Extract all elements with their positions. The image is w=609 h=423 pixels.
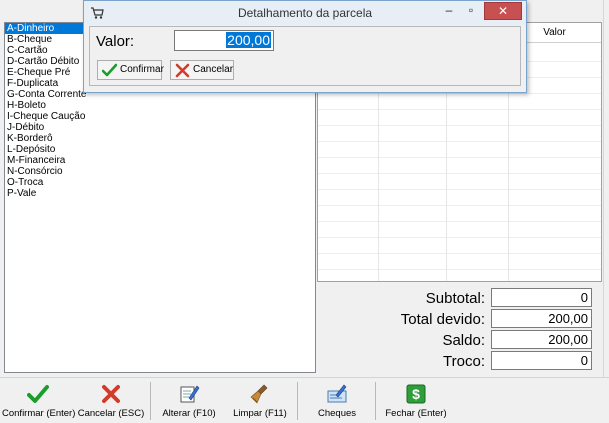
x-icon [102,385,120,403]
cheques-button[interactable]: Cheques [303,381,371,421]
valor-label: Valor: [96,33,135,50]
close-enter-label: Fechar (Enter) [385,408,447,419]
total-devido-field: 200,00 [491,309,592,328]
alter-button[interactable]: Alterar (F10) [155,381,223,421]
window-edge [603,0,609,423]
cancel-button[interactable]: Cancelar [170,60,234,80]
total-devido-label: Total devido: [400,311,485,328]
grid-row-line [318,173,601,174]
grid-row-line [318,269,601,270]
grid-row-line [318,157,601,158]
toolbar-separator [375,382,376,420]
broom-icon [250,384,268,404]
checkmark-icon [27,385,49,403]
x-icon [175,63,190,78]
cheques-label: Cheques [317,408,357,419]
confirm-enter-button[interactable]: Confirmar (Enter) [2,381,76,421]
valor-input-value: 200,00 [226,32,271,48]
grid-row-line [318,237,601,238]
dialog-body: Valor: 200,00 Confirmar Cancelar [89,26,521,86]
edit-icon [180,385,200,403]
payment-type-item[interactable]: N-Consórcio [5,166,315,177]
valor-input[interactable]: 200,00 [174,30,274,51]
payment-type-item[interactable]: K-Borderô [5,133,315,144]
close-enter-button[interactable]: $ Fechar (Enter) [380,381,452,421]
grid-row-line [318,93,601,94]
payment-type-item[interactable]: J-Débito [5,122,315,133]
clear-label: Limpar (F11) [233,408,287,419]
clear-button[interactable]: Limpar (F11) [228,381,292,421]
minimize-button[interactable]: – [438,2,460,20]
payment-type-item[interactable]: O-Troca [5,177,315,188]
cancel-button-label: Cancelar [193,64,234,75]
grid-row-line [318,221,601,222]
checkmark-icon [102,63,117,77]
svg-text:$: $ [412,386,420,402]
maximize-button[interactable]: ▫ [460,2,482,20]
grid-row-line [318,189,601,190]
grid-row-line [318,125,601,126]
toolbar-separator [150,382,151,420]
alter-label: Alterar (F10) [162,408,216,419]
toolbar-separator [297,382,298,420]
payment-type-item[interactable]: P-Vale [5,188,315,199]
bottom-toolbar: Confirmar (Enter) Cancelar (ESC) Alterar… [0,377,609,423]
grid-row-line [318,141,601,142]
payment-type-item[interactable]: L-Depósito [5,144,315,155]
grid-row-line [318,109,601,110]
troco-field: 0 [491,351,592,370]
dialog-titlebar[interactable]: Detalhamento da parcela – ▫ ✕ [84,1,526,25]
subtotal-field: 0 [491,288,592,307]
subtotal-label: Subtotal: [425,290,485,307]
installment-detail-dialog: Detalhamento da parcela – ▫ ✕ Valor: 200… [83,0,527,93]
grid-row-line [318,253,601,254]
payment-type-item[interactable]: M-Financeira [5,155,315,166]
cancel-esc-label: Cancelar (ESC) [77,408,145,419]
dollar-icon: $ [406,384,426,404]
cheque-icon [327,384,347,403]
confirm-button[interactable]: Confirmar [97,60,164,80]
troco-label: Troco: [443,353,485,370]
saldo-field: 200,00 [491,330,592,349]
confirm-enter-label: Confirmar (Enter) [2,408,76,419]
payment-type-item[interactable]: I-Cheque Caução [5,111,315,122]
saldo-label: Saldo: [442,332,485,349]
confirm-button-label: Confirmar [120,64,164,75]
close-button[interactable]: ✕ [484,2,522,20]
cancel-esc-button[interactable]: Cancelar (ESC) [75,381,147,421]
payment-type-item[interactable]: H-Boleto [5,100,315,111]
grid-row-line [318,205,601,206]
